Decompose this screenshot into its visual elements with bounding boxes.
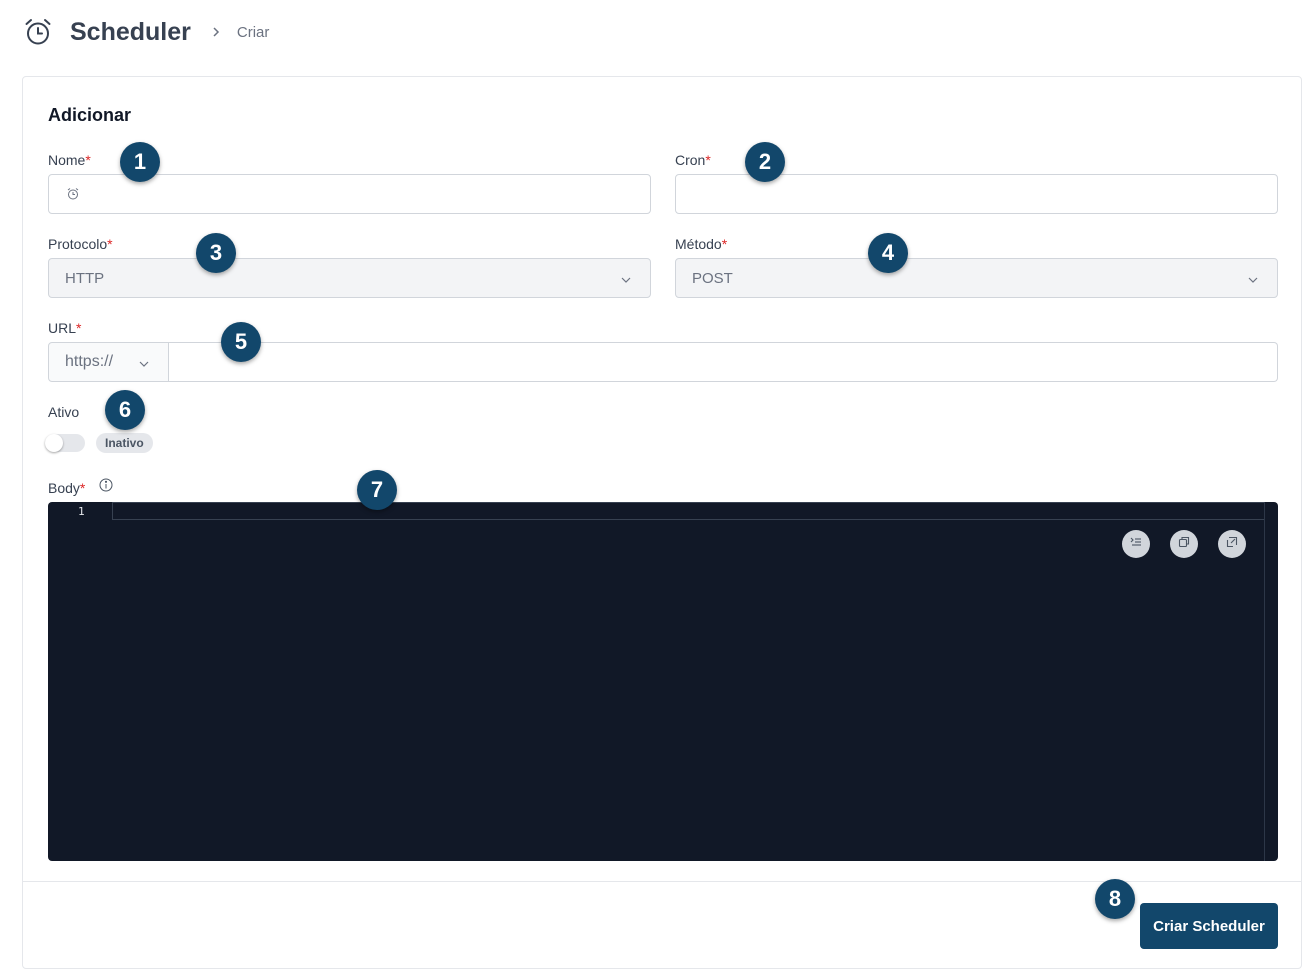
- annotation-marker-6: 6: [105, 390, 145, 430]
- breadcrumb-current: Criar: [236, 23, 270, 41]
- protocol-label: Protocolo*: [48, 236, 113, 252]
- annotation-marker-5: 5: [221, 322, 261, 362]
- url-label-text: URL: [48, 320, 77, 336]
- cron-label: Cron*: [675, 152, 711, 168]
- body-label: Body*: [48, 480, 85, 496]
- name-label-text: Nome: [48, 152, 86, 168]
- body-code-editor[interactable]: 1: [48, 502, 1278, 861]
- required-mark: *: [76, 320, 82, 336]
- card-title: Adicionar: [48, 105, 132, 125]
- body-label-text: Body: [48, 480, 80, 496]
- annotation-marker-1: 1: [120, 142, 160, 182]
- method-select[interactable]: POST: [675, 258, 1278, 298]
- alarm-clock-icon: [22, 16, 54, 48]
- form-card: Adicionar Nome* Cron* Protocolo* HTTP Mé…: [22, 76, 1302, 969]
- method-selected: POST: [692, 269, 733, 287]
- annotation-marker-8: 8: [1095, 879, 1135, 919]
- format-list-icon: [1129, 535, 1143, 554]
- required-mark: *: [721, 236, 728, 252]
- chevron-down-icon: [1247, 273, 1259, 285]
- protocol-select[interactable]: HTTP: [48, 258, 651, 298]
- cron-label-text: Cron: [675, 152, 706, 168]
- protocol-label-text: Protocolo: [48, 236, 108, 252]
- page-title: Scheduler: [70, 17, 191, 46]
- create-scheduler-button[interactable]: Criar Scheduler: [1140, 903, 1278, 949]
- line-number: 1: [78, 505, 85, 518]
- info-icon[interactable]: [99, 478, 113, 492]
- status-badge: Inativo: [96, 433, 153, 453]
- url-label: URL*: [48, 320, 81, 336]
- active-toggle[interactable]: [45, 434, 85, 452]
- name-label: Nome*: [48, 152, 91, 168]
- copy-icon: [1177, 535, 1191, 554]
- toggle-knob: [45, 434, 63, 452]
- url-scheme-selected: https://: [65, 353, 114, 370]
- copy-code-button[interactable]: [1170, 530, 1198, 558]
- expand-icon: [1225, 535, 1239, 554]
- protocol-selected: HTTP: [65, 269, 105, 287]
- page-header: Scheduler Criar: [22, 14, 269, 50]
- active-label: Ativo: [48, 404, 80, 420]
- url-input[interactable]: [169, 342, 1278, 382]
- required-mark: *: [107, 236, 113, 252]
- method-label: Método*: [675, 236, 727, 252]
- url-scheme-select[interactable]: https://: [48, 342, 169, 382]
- required-mark: *: [705, 152, 711, 168]
- chevron-down-icon: [620, 273, 632, 285]
- format-code-button[interactable]: [1122, 530, 1150, 558]
- annotation-marker-2: 2: [745, 142, 785, 182]
- editor-scrollbar[interactable]: [1264, 502, 1278, 861]
- required-mark: *: [85, 152, 91, 168]
- annotation-marker-4: 4: [868, 233, 908, 273]
- chevron-right-icon: [211, 26, 223, 38]
- method-label-text: Método: [675, 236, 722, 252]
- annotation-marker-7: 7: [357, 470, 397, 510]
- active-line-highlight: [112, 502, 1264, 520]
- fullscreen-button[interactable]: [1218, 530, 1246, 558]
- annotation-marker-3: 3: [196, 233, 236, 273]
- required-mark: *: [79, 480, 86, 496]
- clock-icon: [66, 187, 80, 201]
- chevron-down-icon: [138, 357, 150, 369]
